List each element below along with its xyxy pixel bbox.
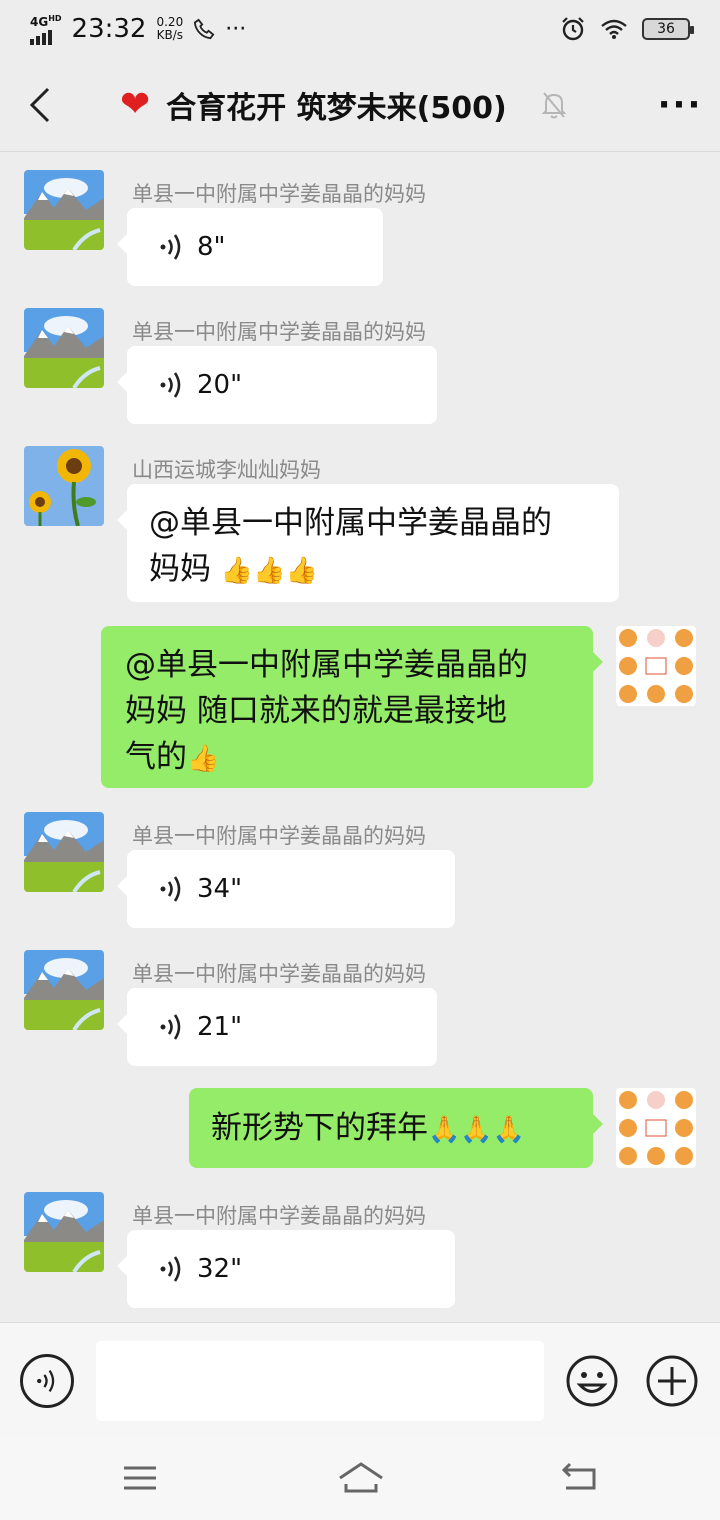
avatar-mountain[interactable]: [24, 308, 104, 388]
voice-duration: 21": [197, 1012, 243, 1042]
status-bar: 4GHD 23:32 0.20 KB/s ··· 36: [0, 0, 720, 58]
battery-indicator: 36: [642, 18, 694, 40]
voice-message[interactable]: 34": [117, 850, 455, 928]
alarm-icon: [562, 17, 584, 41]
text-message[interactable]: @单县一中附属中学姜晶晶的 妈妈 👍👍👍: [117, 484, 619, 602]
back-icon: [29, 87, 50, 122]
voice-wave-icon: [160, 876, 181, 902]
voice-wave-icon: [160, 372, 181, 398]
voice-wave-icon: [160, 234, 181, 260]
avatar-mountain[interactable]: [24, 812, 104, 892]
avatar-mountain[interactable]: [24, 1192, 104, 1272]
message-item: 单县一中附属中学姜晶晶的妈妈 32": [0, 1192, 720, 1312]
sender-name: 山西运城李灿灿妈妈: [132, 458, 321, 482]
net-speed: 0.20 KB/s: [156, 15, 184, 42]
avatar-mountain[interactable]: [24, 950, 104, 1030]
input-bar: [0, 1322, 720, 1438]
system-nav-bar: [0, 1438, 720, 1520]
voice-duration: 20": [197, 370, 243, 400]
message-item: 单县一中附属中学姜晶晶的妈妈 34": [0, 812, 720, 932]
voice-duration: 34": [197, 874, 243, 904]
menu-icon[interactable]: [118, 1458, 162, 1498]
voice-wave-icon: [37, 1369, 55, 1393]
wifi-icon: [601, 19, 627, 39]
return-icon[interactable]: [558, 1458, 602, 1498]
avatar-self-tigers[interactable]: [616, 1088, 696, 1168]
heart-icon: ❤: [120, 84, 151, 125]
chat-header: ❤ 合育花开 筑梦未来(500) ···: [0, 58, 720, 152]
voice-duration: 8": [197, 232, 226, 262]
voice-wave-icon: [160, 1256, 181, 1282]
message-item: 单县一中附属中学姜晶晶的妈妈 8": [0, 170, 720, 290]
voice-message[interactable]: 32": [117, 1230, 455, 1308]
avatar-sunflower[interactable]: [24, 446, 104, 526]
more-button[interactable]: ···: [640, 58, 720, 152]
text-message-self[interactable]: @单县一中附属中学姜晶晶的 妈妈 随口就来的就是最接地 气的👍: [101, 626, 603, 788]
mute-icon: [541, 91, 567, 118]
message-item: 单县一中附属中学姜晶晶的妈妈 21": [0, 950, 720, 1070]
sender-name: 单县一中附属中学姜晶晶的妈妈: [132, 824, 426, 848]
sender-name: 单县一中附属中学姜晶晶的妈妈: [132, 1204, 426, 1228]
pray-icon: 🙏🙏🙏: [428, 1115, 526, 1145]
chat-messages[interactable]: 单县一中附属中学姜晶晶的妈妈 8" 单县一中附属中学姜晶晶的妈妈 20" 山西运…: [0, 152, 720, 1322]
sender-name: 单县一中附属中学姜晶晶的妈妈: [132, 962, 426, 986]
voice-message[interactable]: 21": [117, 988, 437, 1066]
message-item: 山西运城李灿灿妈妈 @单县一中附属中学姜晶晶的 妈妈 👍👍👍: [0, 446, 720, 606]
voice-mode-button[interactable]: [20, 1354, 74, 1408]
sender-name: 单县一中附属中学姜晶晶的妈妈: [132, 320, 426, 344]
avatar-self-tigers[interactable]: [616, 626, 696, 706]
voice-wave-icon: [160, 1014, 181, 1040]
thumbs-up-icon: 👍: [187, 744, 220, 774]
clock: 23:32: [71, 14, 147, 44]
voice-duration: 32": [197, 1254, 243, 1284]
group-title: ❤ 合育花开 筑梦未来(500): [120, 83, 567, 127]
back-button[interactable]: [0, 58, 80, 152]
signal-icon: [30, 30, 52, 45]
phone-icon: [194, 18, 215, 40]
home-icon[interactable]: [336, 1458, 386, 1498]
message-item: 单县一中附属中学姜晶晶的妈妈 20": [0, 308, 720, 428]
sender-name: 单县一中附属中学姜晶晶的妈妈: [132, 182, 426, 206]
more-status-icon: ···: [225, 16, 247, 42]
thumbs-up-icon: 👍👍👍: [220, 556, 318, 586]
network-indicator: 4GHD: [30, 13, 62, 45]
message-item-self: 新形势下的拜年🙏🙏🙏: [0, 1088, 720, 1178]
text-message-self[interactable]: 新形势下的拜年🙏🙏🙏: [189, 1088, 603, 1168]
message-item-self: @单县一中附属中学姜晶晶的 妈妈 随口就来的就是最接地 气的👍: [0, 626, 720, 796]
avatar-mountain[interactable]: [24, 170, 104, 250]
smiley-icon[interactable]: [565, 1354, 619, 1408]
voice-message[interactable]: 20": [117, 346, 437, 424]
plus-icon[interactable]: [645, 1354, 699, 1408]
more-icon: ···: [657, 84, 703, 125]
group-name: 合育花开 筑梦未来(500): [166, 90, 507, 126]
message-input[interactable]: [96, 1341, 544, 1421]
voice-message[interactable]: 8": [117, 208, 383, 286]
